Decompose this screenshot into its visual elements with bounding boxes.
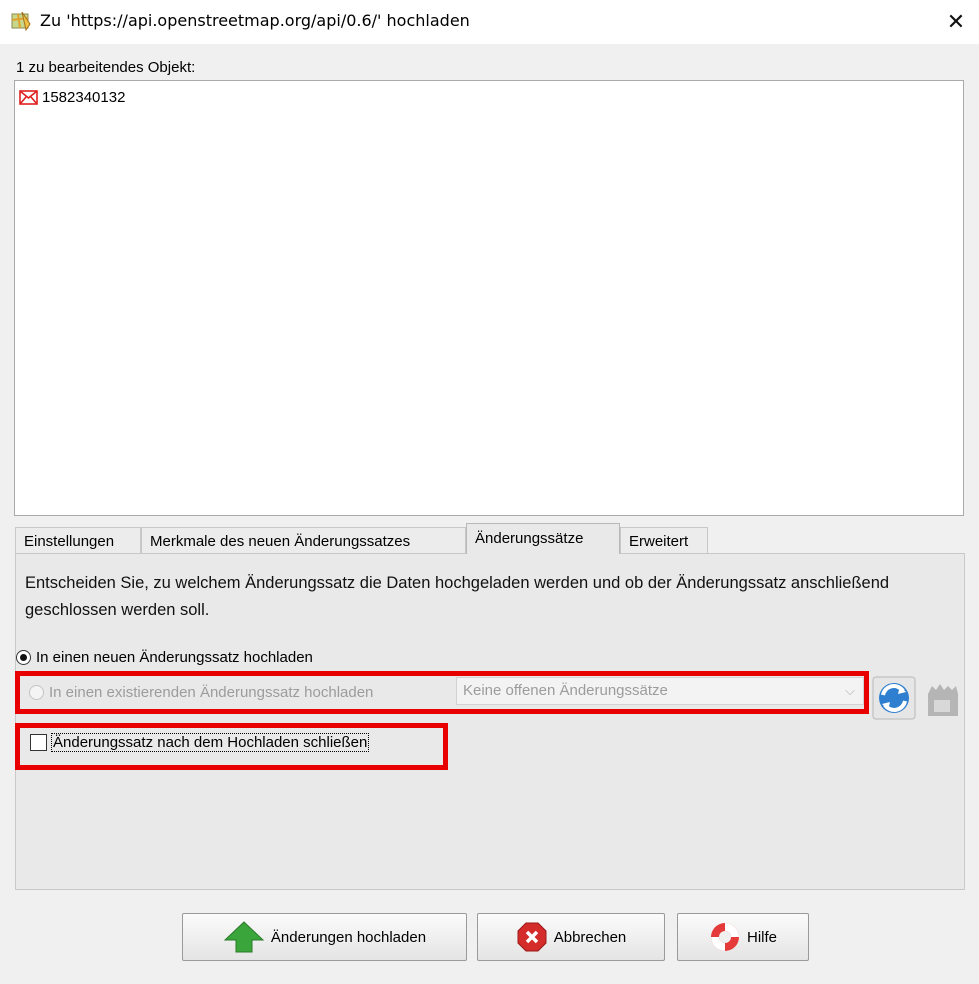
- refresh-icon[interactable]: [872, 676, 916, 720]
- window-title: Zu 'https://api.openstreetmap.org/api/0.…: [40, 11, 470, 30]
- objects-count-label: 1 zu bearbeitendes Objekt:: [16, 59, 196, 76]
- help-button-label: Hilfe: [746, 928, 777, 946]
- radio-new-label: In einen neuen Änderungssatz hochladen: [36, 649, 313, 666]
- highlight-box: [15, 723, 448, 770]
- tab-einstellungen[interactable]: Einstellungen: [15, 527, 141, 553]
- josm-map-icon: [11, 11, 31, 32]
- upload-button-label: Änderungen hochladen: [270, 928, 427, 946]
- highlight-box: [15, 671, 869, 714]
- tab-erweitert[interactable]: Erweitert: [620, 527, 708, 553]
- changeset-panel: Entscheiden Sie, zu welchem Änderungssat…: [15, 553, 965, 890]
- cancel-button[interactable]: Abbrechen: [477, 913, 665, 961]
- close-button[interactable]: ✕: [933, 0, 979, 44]
- close-changeset-icon[interactable]: [920, 676, 964, 720]
- upload-button[interactable]: Änderungen hochladen: [182, 913, 467, 961]
- help-button[interactable]: Hilfe: [677, 913, 809, 961]
- cancel-icon: [517, 922, 547, 952]
- relation-envelope-icon: [19, 90, 38, 105]
- changeset-description: Entscheiden Sie, zu welchem Änderungssat…: [25, 574, 890, 619]
- title-bar: Zu 'https://api.openstreetmap.org/api/0.…: [0, 0, 979, 44]
- upload-arrow-icon: [223, 921, 265, 953]
- close-icon: ✕: [946, 9, 966, 35]
- lifebuoy-icon: [710, 923, 739, 951]
- object-id: 1582340132: [42, 89, 126, 106]
- object-list[interactable]: 1582340132: [14, 80, 964, 516]
- cancel-button-label: Abbrechen: [553, 928, 627, 946]
- radio-button[interactable]: [16, 650, 31, 665]
- radio-new-changeset[interactable]: In einen neuen Änderungssatz hochladen: [16, 649, 313, 666]
- tab-merkmale[interactable]: Merkmale des neuen Änderungssatzes: [141, 527, 466, 553]
- tab-aenderungssaetze[interactable]: Änderungssätze: [466, 523, 620, 554]
- list-item[interactable]: 1582340132: [19, 89, 125, 106]
